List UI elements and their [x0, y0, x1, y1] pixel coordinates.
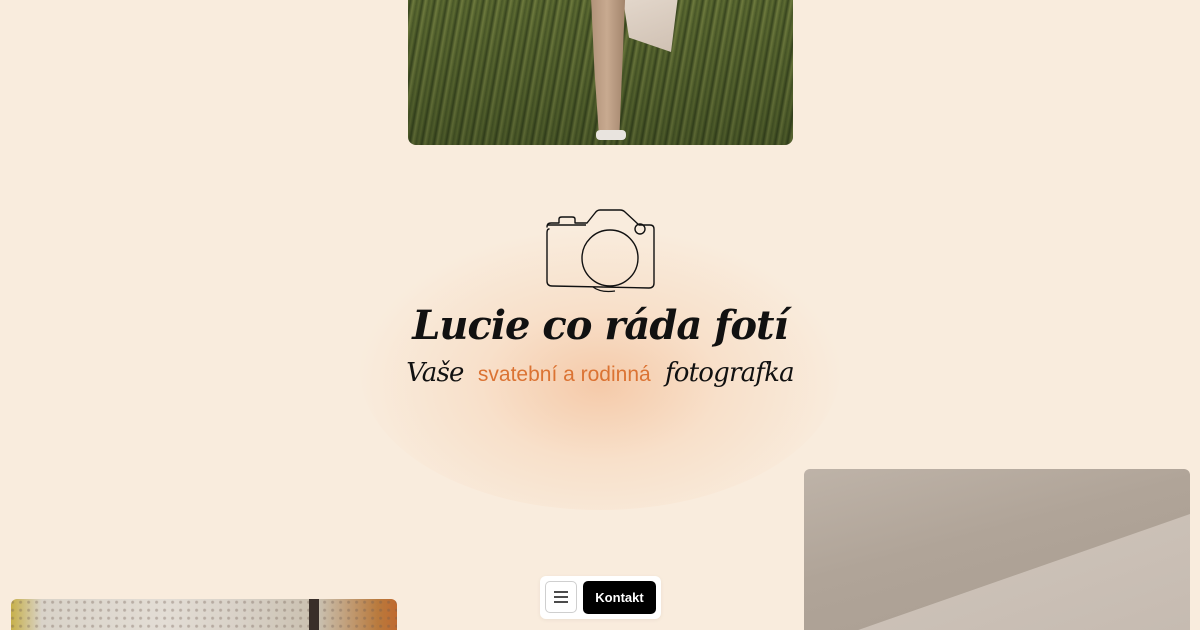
page: Lucie co ráda fotí Vaše svatební a rodin…	[0, 0, 1200, 630]
photo-strap	[309, 599, 319, 630]
hamburger-menu-icon	[554, 591, 568, 603]
photo-interior-wall	[804, 469, 1190, 630]
photo-coat	[620, 0, 680, 52]
photo-shoe	[596, 130, 626, 140]
photo-grass-walk	[408, 0, 793, 145]
hero-title: Lucie co ráda fotí	[412, 302, 788, 349]
bottom-navigation: Kontakt	[540, 576, 661, 619]
subtitle-prefix: Vaše	[406, 358, 464, 388]
photo-legs	[590, 0, 626, 130]
photo-wall-plane	[804, 514, 1190, 630]
hero-subtitle: Vaše svatební a rodinná fotografka	[0, 358, 1200, 388]
contact-button[interactable]: Kontakt	[583, 581, 656, 614]
subtitle-suffix: fotografka	[664, 358, 795, 388]
photo-patterned-dress	[11, 599, 397, 630]
camera-icon	[546, 209, 655, 293]
subtitle-accent: svatební a rodinná	[477, 363, 651, 386]
menu-button[interactable]	[545, 581, 577, 613]
